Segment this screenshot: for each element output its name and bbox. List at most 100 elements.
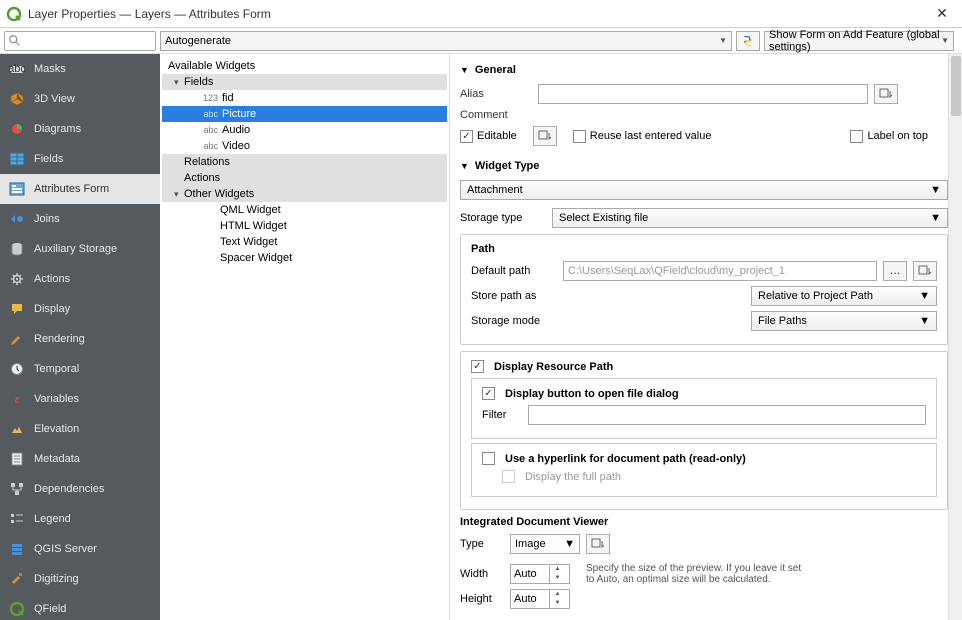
search-icon [8,34,22,48]
widget-type-combo[interactable]: Attachment▼ [460,180,948,200]
spin-down-icon[interactable]: ▼ [550,599,565,608]
sidebar-item-label: Rendering [34,333,85,345]
sidebar-item-legend[interactable]: Legend [0,504,160,534]
storage-mode-combo[interactable]: File Paths▼ [751,311,937,331]
sidebar-item-diagrams[interactable]: Diagrams [0,114,160,144]
store-as-combo[interactable]: Relative to Project Path▼ [751,286,937,306]
viewer-type-label: Type [460,538,504,550]
sidebar-item-digitizing[interactable]: Digitizing [0,564,160,594]
collapse-icon: ▼ [460,161,469,171]
width-label: Width [460,568,504,580]
display-resource-checkbox[interactable] [471,360,484,373]
browse-button[interactable]: … [883,261,907,281]
default-path-input[interactable] [563,261,877,281]
tree-other-spacer[interactable]: Spacer Widget [162,250,447,266]
sidebar-item-masks[interactable]: abcMasks [0,54,160,84]
sidebar-item-3dview[interactable]: 3D View [0,84,160,114]
tree-field-video[interactable]: abcVideo [162,138,447,154]
tree-field-audio[interactable]: abcAudio [162,122,447,138]
label-on-top-checkbox[interactable] [850,130,863,143]
tree-label: Other Widgets [184,188,254,200]
filter-input[interactable] [528,405,926,425]
qfield-icon [8,600,26,618]
form-icon [8,180,26,198]
sidebar-item-dependencies[interactable]: Dependencies [0,474,160,504]
sidebar-item-display[interactable]: Display [0,294,160,324]
display-button-checkbox[interactable] [482,387,495,400]
gear-icon [8,270,26,288]
tree-group-relations[interactable]: Relations [162,154,447,170]
width-spinner[interactable]: ▲▼ [510,564,570,584]
spin-up-icon[interactable]: ▲ [550,565,565,574]
search-input[interactable] [4,31,156,51]
show-form-combo[interactable]: Show Form on Add Feature (global setting… [764,31,954,51]
hyperlink-group: Use a hyperlink for document path (read-… [471,443,937,497]
sidebar-item-label: 3D View [34,93,75,105]
title-bar: Layer Properties — Layers — Attributes F… [0,0,962,28]
sidebar-item-metadata[interactable]: Metadata [0,444,160,474]
sidebar-item-temporal[interactable]: Temporal [0,354,160,384]
expression-button[interactable] [874,84,898,104]
svg-text:ε: ε [15,394,20,406]
spin-down-icon[interactable]: ▼ [550,574,565,583]
doc-icon [8,450,26,468]
expression-button[interactable] [913,261,937,281]
chevron-down-icon: ▼ [930,184,941,196]
type-badge: 123 [196,93,218,103]
viewer-type-combo[interactable]: Image▼ [510,534,580,554]
expression-button[interactable] [533,126,557,146]
sidebar-item-qgis-server[interactable]: QGIS Server [0,534,160,564]
tree-field-picture[interactable]: abcPicture [162,106,447,122]
storage-mode-label: Storage mode [471,315,557,327]
sidebar-item-aux-storage[interactable]: Auxiliary Storage [0,234,160,264]
editable-checkbox[interactable] [460,130,473,143]
storage-type-combo[interactable]: Select Existing file▼ [552,208,948,228]
sidebar-item-qfield[interactable]: QField [0,594,160,620]
alias-input[interactable] [538,84,868,104]
tree-label: Picture [222,108,256,120]
store-as-label: Store path as [471,290,557,302]
hyperlink-checkbox[interactable] [482,452,495,465]
sidebar-item-elevation[interactable]: Elevation [0,414,160,444]
tree-other-qml[interactable]: QML Widget [162,202,447,218]
sidebar-item-actions[interactable]: Actions [0,264,160,294]
widget-tree[interactable]: ▾Fields 123fid abcPicture abcAudio abcVi… [162,74,447,266]
width-input[interactable] [511,565,549,583]
scrollbar-thumb[interactable] [951,56,961,116]
hyperlink-label: Use a hyperlink for document path (read-… [505,453,746,465]
tree-group-fields[interactable]: ▾Fields [162,74,447,90]
sidebar-item-fields[interactable]: Fields [0,144,160,174]
viewer-section: Integrated Document Viewer Type Image▼ W… [460,516,948,614]
tree-group-actions[interactable]: Actions [162,170,447,186]
sidebar-item-variables[interactable]: ε Variables [0,384,160,414]
height-input[interactable] [511,590,549,608]
svg-text:abc: abc [9,63,25,75]
sidebar-item-attributes-form[interactable]: Attributes Form [0,174,160,204]
reuse-checkbox[interactable] [573,130,586,143]
expression-button[interactable] [586,534,610,554]
tree-other-html[interactable]: HTML Widget [162,218,447,234]
clock-icon [8,360,26,378]
sidebar-item-label: Temporal [34,363,79,375]
sidebar-item-joins[interactable]: Joins [0,204,160,234]
height-spinner[interactable]: ▲▼ [510,589,570,609]
right-scrollbar[interactable] [948,54,962,620]
sidebar-item-label: Actions [34,273,70,285]
python-button[interactable] [736,31,760,51]
viewer-section-title: Integrated Document Viewer [460,516,948,528]
default-path-label: Default path [471,265,557,277]
tree-field-fid[interactable]: 123fid [162,90,447,106]
tree-other-text[interactable]: Text Widget [162,234,447,250]
form-mode-combo[interactable]: Autogenerate ▼ [160,31,732,51]
general-section-header[interactable]: ▼General [460,64,948,76]
widget-type-section-header[interactable]: ▼Widget Type [460,160,948,172]
section-title: General [475,64,516,76]
close-button[interactable]: ✕ [928,5,956,22]
sidebar-item-rendering[interactable]: Rendering [0,324,160,354]
spin-up-icon[interactable]: ▲ [550,590,565,599]
display-button-label: Display button to open file dialog [505,388,679,400]
tree-label: Video [222,140,250,152]
tree-group-other[interactable]: ▾Other Widgets [162,186,447,202]
storage-type-label: Storage type [460,212,546,224]
sidebar-item-label: Variables [34,393,79,405]
